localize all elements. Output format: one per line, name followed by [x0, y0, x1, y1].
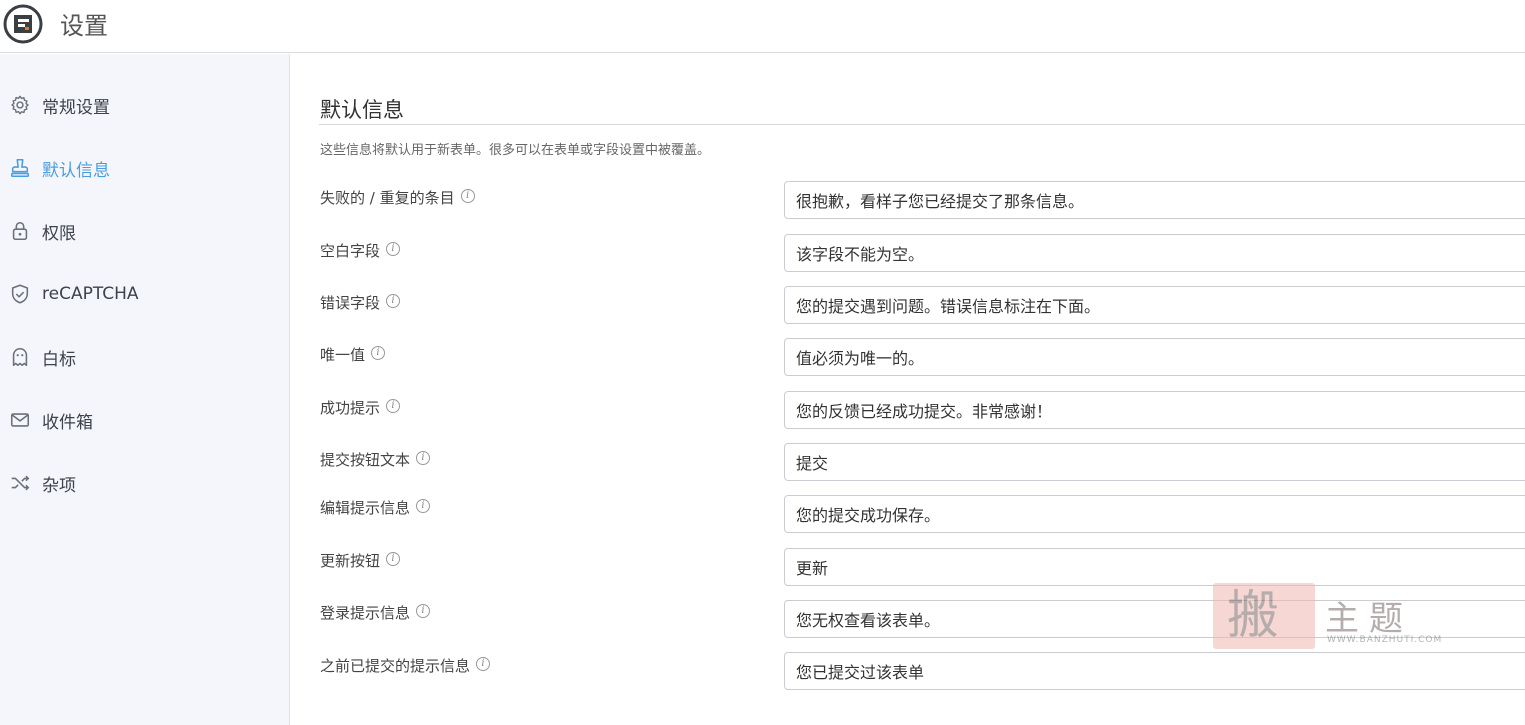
field-input-submit-button-text[interactable] — [784, 443, 1525, 481]
sidebar-item-label: 杂项 — [42, 475, 76, 496]
field-input-failed-duplicate[interactable] — [784, 181, 1525, 219]
field-label-success-message: 成功提示 i — [320, 397, 401, 418]
stamp-icon — [8, 156, 32, 180]
lock-icon — [8, 219, 32, 243]
page-title: 设置 — [60, 12, 108, 40]
info-icon[interactable]: i — [416, 451, 431, 465]
field-input-login-message[interactable] — [784, 600, 1525, 638]
field-input-update-button[interactable] — [784, 548, 1525, 586]
info-icon[interactable]: i — [460, 189, 475, 203]
section-divider — [319, 124, 1525, 125]
shuffle-icon — [8, 471, 32, 495]
ghost-icon — [8, 345, 32, 369]
formidable-logo-icon[interactable] — [3, 4, 43, 44]
info-icon[interactable]: i — [386, 552, 401, 566]
sidebar-item-recaptcha[interactable]: reCAPTCHA — [0, 274, 290, 314]
field-input-edit-message[interactable] — [784, 495, 1525, 533]
sidebar-item-label: 收件箱 — [42, 412, 93, 433]
info-icon[interactable]: i — [371, 346, 386, 360]
field-label-update-button: 更新按钮 i — [320, 550, 401, 571]
field-label-edit-message: 编辑提示信息 i — [320, 497, 431, 518]
section-description: 这些信息将默认用于新表单。很多可以在表单或字段设置中被覆盖。 — [320, 143, 711, 158]
sidebar-item-misc[interactable]: 杂项 — [0, 463, 290, 503]
field-input-incorrect-field[interactable] — [784, 286, 1525, 324]
sidebar-item-label: 默认信息 — [42, 160, 110, 181]
field-label-incorrect-field: 错误字段 i — [320, 292, 401, 313]
info-icon[interactable]: i — [386, 294, 401, 308]
info-icon[interactable]: i — [386, 399, 401, 413]
field-input-already-submitted[interactable] — [784, 652, 1525, 690]
shield-check-icon — [8, 282, 32, 306]
info-icon[interactable]: i — [416, 499, 431, 513]
gear-icon — [8, 93, 32, 117]
field-input-blank-field[interactable] — [784, 234, 1525, 272]
field-input-unique-value[interactable] — [784, 338, 1525, 376]
section-title: 默认信息 — [320, 98, 404, 122]
field-label-submit-button-text: 提交按钮文本 i — [320, 449, 431, 470]
settings-content: 默认信息 这些信息将默认用于新表单。很多可以在表单或字段设置中被覆盖。 失败的 … — [291, 54, 1525, 725]
header-bar: 设置 — [0, 0, 1525, 53]
field-label-failed-duplicate: 失败的 / 重复的条目 i — [320, 187, 475, 208]
info-icon[interactable]: i — [476, 657, 491, 671]
sidebar-item-permissions[interactable]: 权限 — [0, 211, 290, 251]
sidebar-item-label: 常规设置 — [42, 97, 110, 118]
field-label-already-submitted: 之前已提交的提示信息 i — [320, 655, 491, 676]
sidebar-item-label: reCAPTCHA — [42, 284, 139, 304]
sidebar-item-label: 权限 — [42, 223, 76, 244]
sidebar-item-default-messages[interactable]: 默认信息 — [0, 148, 290, 188]
settings-sidebar: 常规设置 默认信息 权限 reCAPTCHA 白标 收件箱 杂项 — [0, 54, 290, 725]
field-label-login-message: 登录提示信息 i — [320, 602, 431, 623]
sidebar-item-inbox[interactable]: 收件箱 — [0, 400, 290, 440]
field-label-unique-value: 唯一值 i — [320, 344, 386, 365]
info-icon[interactable]: i — [386, 242, 401, 256]
info-icon[interactable]: i — [416, 604, 431, 618]
field-label-blank-field: 空白字段 i — [320, 240, 401, 261]
field-input-success-message[interactable] — [784, 391, 1525, 429]
envelope-icon — [8, 408, 32, 432]
sidebar-item-label: 白标 — [42, 349, 76, 370]
sidebar-item-general[interactable]: 常规设置 — [0, 85, 290, 125]
sidebar-item-white-label[interactable]: 白标 — [0, 337, 290, 377]
